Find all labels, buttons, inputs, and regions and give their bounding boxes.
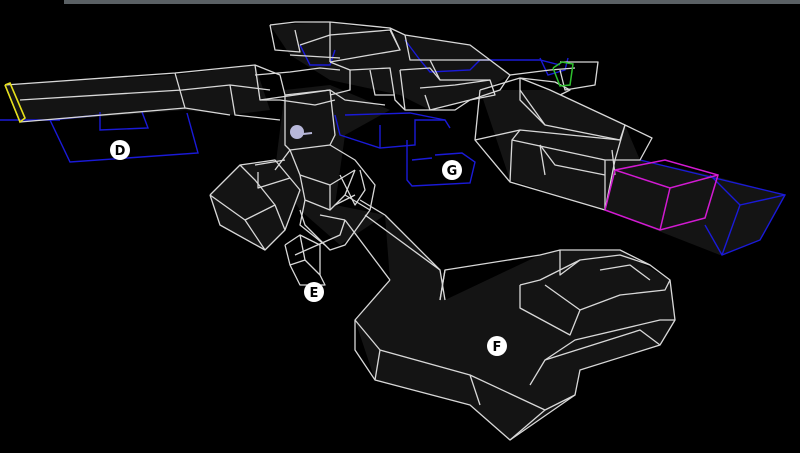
level-wireframe-viewport[interactable]: D E F G (0, 0, 800, 453)
room-fills (5, 22, 785, 440)
marker-d[interactable]: D (110, 140, 130, 160)
marker-e-label: E (310, 286, 319, 301)
marker-f[interactable]: F (487, 336, 507, 356)
marker-g-label: G (447, 164, 458, 179)
marker-e[interactable]: E (304, 282, 324, 302)
marker-f-label: F (493, 340, 502, 355)
marker-d-label: D (115, 144, 126, 159)
marker-g[interactable]: G (442, 160, 462, 180)
